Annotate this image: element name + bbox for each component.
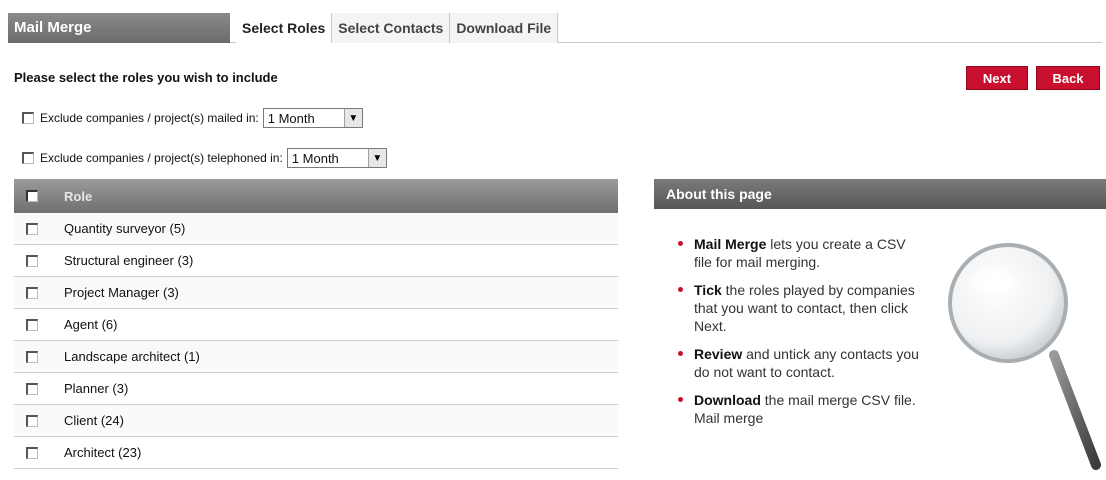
table-row: Agent (6) — [14, 309, 618, 341]
role-label: Architect (23) — [64, 445, 142, 460]
role-checkbox[interactable] — [26, 222, 38, 235]
bullet-icon — [678, 397, 683, 402]
exclude-telephoned-filter: Exclude companies / project(s) telephone… — [22, 148, 387, 168]
table-row: Quantity surveyor (5) — [14, 213, 618, 245]
exclude-mailed-checkbox[interactable] — [22, 112, 34, 124]
help-text: the roles played by companies that you w… — [694, 282, 915, 334]
role-column-header: Role — [64, 188, 93, 204]
select-all-roles-checkbox[interactable] — [26, 190, 38, 202]
role-checkbox[interactable] — [26, 382, 38, 395]
page-prompt: Please select the roles you wish to incl… — [14, 70, 278, 85]
exclude-mailed-select[interactable]: 1 Month ▼ — [262, 108, 363, 128]
help-keyword: Review — [694, 346, 743, 362]
table-row: Project Manager (3) — [14, 277, 618, 309]
tab-select-roles[interactable]: Select Roles — [236, 13, 333, 43]
role-checkbox[interactable] — [26, 446, 38, 459]
about-panel: About this page Mail Merge lets you crea… — [654, 179, 1106, 480]
role-checkbox[interactable] — [26, 254, 38, 267]
role-label: Structural engineer (3) — [64, 253, 194, 268]
help-keyword: Download — [694, 392, 761, 408]
chevron-down-icon[interactable]: ▼ — [343, 109, 362, 127]
help-keyword: Tick — [694, 282, 722, 298]
role-checkbox[interactable] — [26, 318, 38, 331]
mail-merge-page: Mail Merge Select Roles Select Contacts … — [0, 0, 1106, 480]
wizard-tabs: Select Roles Select Contacts Download Fi… — [236, 13, 559, 43]
list-item: Review and untick any contacts you do no… — [676, 345, 926, 381]
exclude-telephoned-select[interactable]: 1 Month ▼ — [286, 148, 387, 168]
role-label: Quantity surveyor (5) — [64, 221, 186, 236]
magnifying-glass-icon — [948, 243, 1101, 470]
roles-table-header: Role — [14, 179, 618, 213]
table-row: Client (24) — [14, 405, 618, 437]
bullet-icon — [678, 287, 683, 292]
role-label: Client (24) — [64, 413, 124, 428]
next-button[interactable]: Next — [966, 66, 1028, 90]
role-checkbox[interactable] — [26, 286, 38, 299]
list-item: Download the mail merge CSV file. Mail m… — [676, 391, 926, 427]
app-title: Mail Merge — [8, 13, 230, 43]
bullet-icon — [678, 351, 683, 356]
exclude-telephoned-value: 1 Month — [291, 150, 339, 166]
back-button[interactable]: Back — [1036, 66, 1100, 90]
role-label: Planner (3) — [64, 381, 129, 396]
role-checkbox[interactable] — [26, 350, 38, 363]
role-checkbox[interactable] — [26, 414, 38, 427]
exclude-mailed-filter: Exclude companies / project(s) mailed in… — [22, 108, 363, 128]
help-keyword: Mail Merge — [694, 236, 767, 252]
top-nav-bar: Mail Merge Select Roles Select Contacts … — [8, 13, 1102, 43]
about-help-list: Mail Merge lets you create a CSV file fo… — [676, 235, 926, 437]
tab-download-file[interactable]: Download File — [450, 13, 559, 43]
table-row: Landscape architect (1) — [14, 341, 618, 373]
table-row: Structural engineer (3) — [14, 245, 618, 277]
exclude-telephoned-checkbox[interactable] — [22, 152, 34, 164]
exclude-mailed-label: Exclude companies / project(s) mailed in… — [40, 111, 259, 125]
list-item: Mail Merge lets you create a CSV file fo… — [676, 235, 926, 271]
bullet-icon — [678, 241, 683, 246]
role-label: Agent (6) — [64, 317, 118, 332]
role-label: Project Manager (3) — [64, 285, 179, 300]
chevron-down-icon[interactable]: ▼ — [367, 149, 386, 167]
list-item: Tick the roles played by companies that … — [676, 281, 926, 335]
about-panel-title: About this page — [654, 179, 1106, 209]
roles-table: Role Quantity surveyor (5) Structural en… — [14, 179, 618, 469]
table-row: Architect (23) — [14, 437, 618, 469]
table-row: Planner (3) — [14, 373, 618, 405]
role-label: Landscape architect (1) — [64, 349, 200, 364]
exclude-telephoned-label: Exclude companies / project(s) telephone… — [40, 151, 283, 165]
exclude-mailed-value: 1 Month — [267, 110, 315, 126]
tab-select-contacts[interactable]: Select Contacts — [332, 13, 451, 43]
